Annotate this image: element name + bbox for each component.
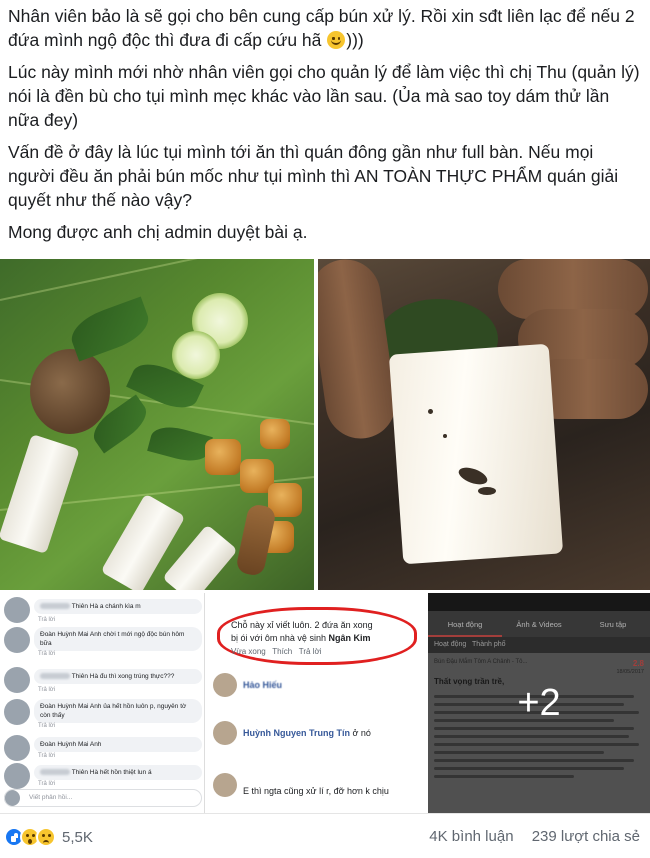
post-paragraph-4: Mong được anh chị admin duyệt bài ạ.: [8, 222, 308, 242]
avatar: [213, 673, 237, 697]
comment-text: Đoàn Huỳnh Mai Anh: [40, 741, 102, 748]
comment-row: Thiên Hà a chánh kìa m Trả lời: [4, 597, 202, 623]
reply-input[interactable]: Viết phản hồi...: [4, 789, 202, 807]
avatar: [4, 597, 30, 623]
paragraph-text-tail: ))): [346, 30, 364, 50]
photo-moldy-noodle[interactable]: [318, 259, 650, 590]
reply-link[interactable]: Trả lời: [299, 647, 322, 656]
mold-spot: [428, 409, 433, 414]
thumb: [318, 259, 401, 443]
smiley-emoji-icon: [327, 31, 346, 49]
photo-grid: Thiên Hà a chánh kìa m Trả lời Đoàn Huỳn…: [0, 259, 650, 813]
meat-piece: [30, 349, 110, 434]
engagement-counts: 4K bình luận 239 lượt chia sẻ: [415, 828, 640, 845]
reply-link[interactable]: Trả lời: [38, 687, 55, 693]
comment-row: Thiên Hà đu thì xong trúng thực??? Trả l…: [4, 667, 202, 693]
comment-line: Huỳnh Nguyen Trung Tín ở nó: [243, 727, 371, 739]
herb-leaf: [147, 421, 213, 467]
post-footer: 5,5K 4K bình luận 239 lượt chia sẻ: [0, 813, 650, 858]
screenshot-circled-comment[interactable]: Chỗ này xỉ viết luôn. 2 đứa ăn xong bị ó…: [207, 593, 425, 813]
reply-link[interactable]: Trả lời: [38, 617, 55, 623]
like-link[interactable]: Thích: [272, 647, 292, 656]
circled-comment-text: bị ói với ôm nhà vệ sinh: [231, 633, 326, 643]
paragraph-text: Nhân viên bảo là sẽ gọi cho bên cung cấp…: [8, 6, 635, 50]
commenter-name[interactable]: Hảo Hiếu: [243, 679, 282, 691]
post-paragraph-1: Nhân viên bảo là sẽ gọi cho bên cung cấp…: [8, 4, 642, 52]
comment-row: Thiên Hà hết hồn thiệt lun á Trả lời: [4, 763, 202, 789]
comment-text: Đoàn Huỳnh Mai Anh ủa hết hồn luôn p, ng…: [40, 703, 187, 719]
reply-link[interactable]: Trả lời: [38, 651, 55, 657]
commenter-name[interactable]: Huỳnh Nguyen Trung Tín: [243, 728, 350, 738]
leaf-vein: [0, 259, 314, 301]
timestamp: Vừa xong: [231, 647, 266, 656]
fried-tofu: [260, 419, 290, 449]
herb-leaf: [65, 296, 155, 362]
noodle-slab: [388, 343, 564, 565]
comment-text: ở nó: [352, 728, 371, 738]
comment-text: Thiên Hà đu thì xong trúng thực???: [71, 673, 175, 680]
comment-row: Đoàn Huỳnh Mai Anh chời t mới ngộ độc bú…: [4, 627, 202, 657]
comment-bubble: Đoàn Huỳnh Mai Anh ủa hết hồn luôn p, ng…: [34, 699, 202, 723]
comment-bubble: Thiên Hà đu thì xong trúng thực???: [34, 669, 202, 684]
avatar: [4, 627, 30, 653]
avatar: [4, 735, 30, 761]
circled-comment-line: Chỗ này xỉ viết luôn. 2 đứa ăn xong: [231, 620, 373, 630]
comment-bubble: Thiên Hà hết hồn thiệt lun á: [34, 765, 202, 780]
cucumber-slice: [172, 331, 220, 379]
share-count-link[interactable]: 239 lượt chia sẻ: [532, 828, 640, 845]
tagged-name[interactable]: Ngân Kim: [328, 633, 370, 643]
avatar: [4, 699, 30, 725]
comment-meta: Vừa xong Thích Trả lời: [231, 647, 322, 656]
comment-text: E thì ngta cũng xử lí r, đỡ hơn k chịu: [243, 786, 389, 796]
mold-spot: [478, 487, 496, 495]
comment-bubble: Đoàn Huỳnh Mai Anh chời t mới ngộ độc bú…: [34, 627, 202, 651]
avatar: [4, 763, 30, 789]
post-paragraph-3: Vấn đề ở đây là lúc tụi mình tới ăn thì …: [8, 142, 619, 210]
post-paragraph-2: Lúc này mình mới nhờ nhân viên gọi cho q…: [8, 62, 640, 130]
reply-link[interactable]: Trả lời: [38, 753, 55, 759]
screenshot-comments-thread[interactable]: Thiên Hà a chánh kìa m Trả lời Đoàn Huỳn…: [0, 593, 205, 813]
reactions-summary[interactable]: 5,5K: [4, 827, 93, 847]
comment-count-link[interactable]: 4K bình luận: [429, 828, 513, 845]
more-photos-overlay[interactable]: +2: [428, 593, 650, 813]
photo-food-platter[interactable]: [0, 259, 314, 590]
fried-tofu: [205, 439, 241, 475]
comment-bubble: Thiên Hà a chánh kìa m: [34, 599, 202, 614]
comment-row: Đoàn Huỳnh Mai Anh ủa hết hồn luôn p, ng…: [4, 699, 202, 731]
noodle-block: [0, 433, 80, 555]
screenshot-review-app[interactable]: Hoạt động Ảnh & Videos Sưu tập Hoạt động…: [428, 593, 650, 813]
comment-row: Đoàn Huỳnh Mai Anh Trả lời: [4, 735, 202, 761]
sad-reaction-icon: [36, 827, 56, 847]
reaction-count: 5,5K: [62, 828, 93, 846]
avatar: [213, 721, 237, 745]
circled-comment-line: bị ói với ôm nhà vệ sinh Ngân Kim: [231, 632, 370, 644]
post-body: Nhân viên bảo là sẽ gọi cho bên cung cấp…: [0, 0, 650, 252]
reply-link[interactable]: Trả lời: [38, 723, 55, 729]
comment-bubble: Đoàn Huỳnh Mai Anh: [34, 737, 202, 752]
avatar: [4, 667, 30, 693]
avatar: [213, 773, 237, 797]
reply-link[interactable]: Trả lời: [38, 781, 55, 787]
mold-spot: [443, 434, 447, 438]
comment-text: Thiên Hà hết hồn thiệt lun á: [71, 769, 152, 776]
comment-text: Đoàn Huỳnh Mai Anh chời t mới ngộ độc bú…: [40, 631, 185, 647]
comment-text: Thiên Hà a chánh kìa m: [71, 603, 141, 610]
